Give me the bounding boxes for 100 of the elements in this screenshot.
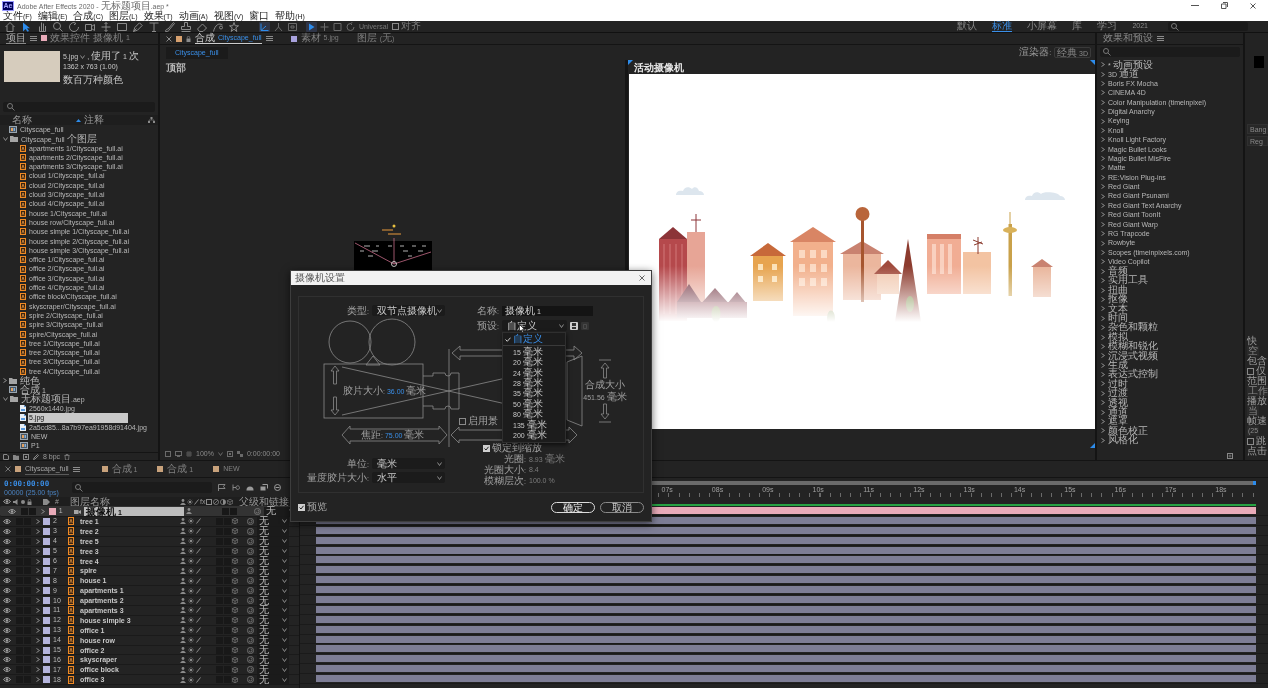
checkbox-icon[interactable]: [1247, 367, 1254, 375]
eye-icon[interactable]: [3, 647, 11, 653]
cube-icon[interactable]: [232, 607, 238, 614]
caret-icon[interactable]: [36, 538, 40, 544]
sun-icon[interactable]: [188, 577, 194, 584]
figure-icon[interactable]: [180, 656, 186, 663]
menu-icon[interactable]: [265, 36, 273, 41]
sort-arrow-icon[interactable]: [76, 118, 81, 122]
caret-icon[interactable]: [1101, 400, 1105, 406]
eye-icon[interactable]: [3, 667, 11, 673]
color-swatch-icon[interactable]: [1254, 56, 1264, 68]
figure-icon[interactable]: [180, 647, 186, 653]
checkbox-icon[interactable]: [483, 444, 490, 452]
layer-bar[interactable]: [316, 655, 1256, 663]
eye-icon[interactable]: [3, 558, 11, 564]
close-icon[interactable]: [5, 466, 11, 472]
parent-dropdown[interactable]: 无: [257, 576, 289, 586]
caret-icon[interactable]: [1101, 343, 1105, 349]
caret-icon[interactable]: [1101, 184, 1105, 190]
workspace-tab[interactable]: 学习: [1097, 21, 1118, 32]
sun-icon[interactable]: [188, 627, 194, 634]
spiral-icon[interactable]: [247, 527, 254, 535]
eye-icon[interactable]: [3, 677, 11, 683]
grid-icon[interactable]: [186, 451, 192, 457]
checker-icon[interactable]: [236, 451, 243, 457]
curve-icon[interactable]: [213, 21, 223, 32]
caret-icon[interactable]: [36, 657, 40, 663]
restore-icon[interactable]: [1221, 2, 1228, 9]
sun-icon[interactable]: [188, 567, 194, 574]
effect-category[interactable]: 颜色校正: [1108, 425, 1148, 437]
caret-icon[interactable]: [1101, 287, 1105, 293]
cube-icon[interactable]: [232, 538, 238, 545]
plus-icon[interactable]: [319, 21, 330, 32]
trash-icon[interactable]: [64, 453, 71, 460]
parent-dropdown[interactable]: 无: [257, 526, 289, 536]
caret-icon[interactable]: [1101, 437, 1105, 443]
parent-dropdown[interactable]: 无: [257, 605, 289, 615]
parent-dropdown[interactable]: 无: [257, 655, 289, 665]
eye-icon[interactable]: [3, 627, 11, 633]
caret-icon[interactable]: [36, 598, 40, 604]
caret-icon[interactable]: [1101, 372, 1105, 378]
cube-icon[interactable]: [232, 637, 238, 644]
rotate-arrow-icon[interactable]: [69, 21, 79, 32]
sun-icon[interactable]: [188, 656, 194, 663]
figure-icon[interactable]: [180, 548, 186, 555]
parent-dropdown[interactable]: 无: [257, 566, 289, 576]
layer-bar[interactable]: [316, 595, 1256, 603]
effect-category[interactable]: 时间: [1108, 313, 1128, 324]
spiral-icon[interactable]: [247, 517, 254, 525]
caret-icon[interactable]: [36, 647, 40, 653]
caret-icon[interactable]: [1101, 325, 1105, 331]
cube-icon[interactable]: [232, 666, 238, 673]
spiral-icon[interactable]: [247, 646, 254, 654]
spiral-icon[interactable]: [247, 587, 254, 595]
key-icon[interactable]: [232, 484, 240, 491]
rectangle-icon[interactable]: [117, 21, 127, 32]
spiral-icon[interactable]: [247, 557, 254, 565]
eye-icon[interactable]: [3, 518, 11, 524]
caret-icon[interactable]: [1101, 90, 1105, 96]
layer-bar[interactable]: [316, 605, 1256, 613]
caret-icon[interactable]: [1101, 165, 1105, 171]
sun-icon[interactable]: [188, 647, 194, 653]
caret-icon[interactable]: [1101, 296, 1105, 302]
workspace-tab[interactable]: 小屏幕: [1027, 21, 1058, 32]
layer-bar[interactable]: [316, 556, 1256, 564]
document-icon[interactable]: [3, 453, 9, 460]
figure-icon[interactable]: [186, 508, 193, 514]
caret-icon[interactable]: [1101, 250, 1105, 255]
layer-bar[interactable]: [316, 635, 1256, 643]
branch-icon[interactable]: [273, 21, 284, 32]
flag-icon[interactable]: [218, 484, 226, 491]
caret-icon[interactable]: [1101, 278, 1105, 284]
search-field[interactable]: [1168, 22, 1248, 31]
caret-icon[interactable]: [1101, 137, 1105, 143]
figure-icon[interactable]: [180, 538, 186, 545]
cube-icon[interactable]: [232, 558, 238, 564]
pen-icon[interactable]: [133, 21, 143, 32]
pencil-icon[interactable]: [33, 453, 39, 460]
effect-category[interactable]: 过渡: [1108, 388, 1128, 399]
caret-icon[interactable]: [36, 588, 40, 594]
checkbox[interactable]: 跳: [1247, 436, 1266, 446]
input-field[interactable]: 当: [1247, 406, 1259, 416]
layer-bar[interactable]: [316, 625, 1256, 633]
cube-icon[interactable]: [232, 656, 238, 663]
home-icon[interactable]: [5, 21, 15, 32]
caret-icon[interactable]: [36, 578, 40, 584]
column-header[interactable]: 注释: [84, 114, 104, 126]
sun-icon[interactable]: [188, 548, 194, 555]
workspace-tab[interactable]: 库: [1072, 21, 1083, 32]
caret-icon[interactable]: [1101, 99, 1105, 105]
spiral-icon[interactable]: [247, 547, 254, 555]
spiral-icon[interactable]: [247, 636, 254, 644]
caret-icon[interactable]: [36, 677, 40, 683]
snap-checkbox[interactable]: 对齐: [392, 21, 422, 32]
figure-icon[interactable]: [180, 676, 186, 683]
project-item[interactable]: 纯色: [19, 375, 40, 386]
preview-checkbox[interactable]: 预览: [298, 501, 327, 513]
spiral-icon[interactable]: [247, 567, 254, 575]
figure-icon[interactable]: [180, 558, 186, 564]
magnifier-icon[interactable]: [53, 21, 63, 32]
